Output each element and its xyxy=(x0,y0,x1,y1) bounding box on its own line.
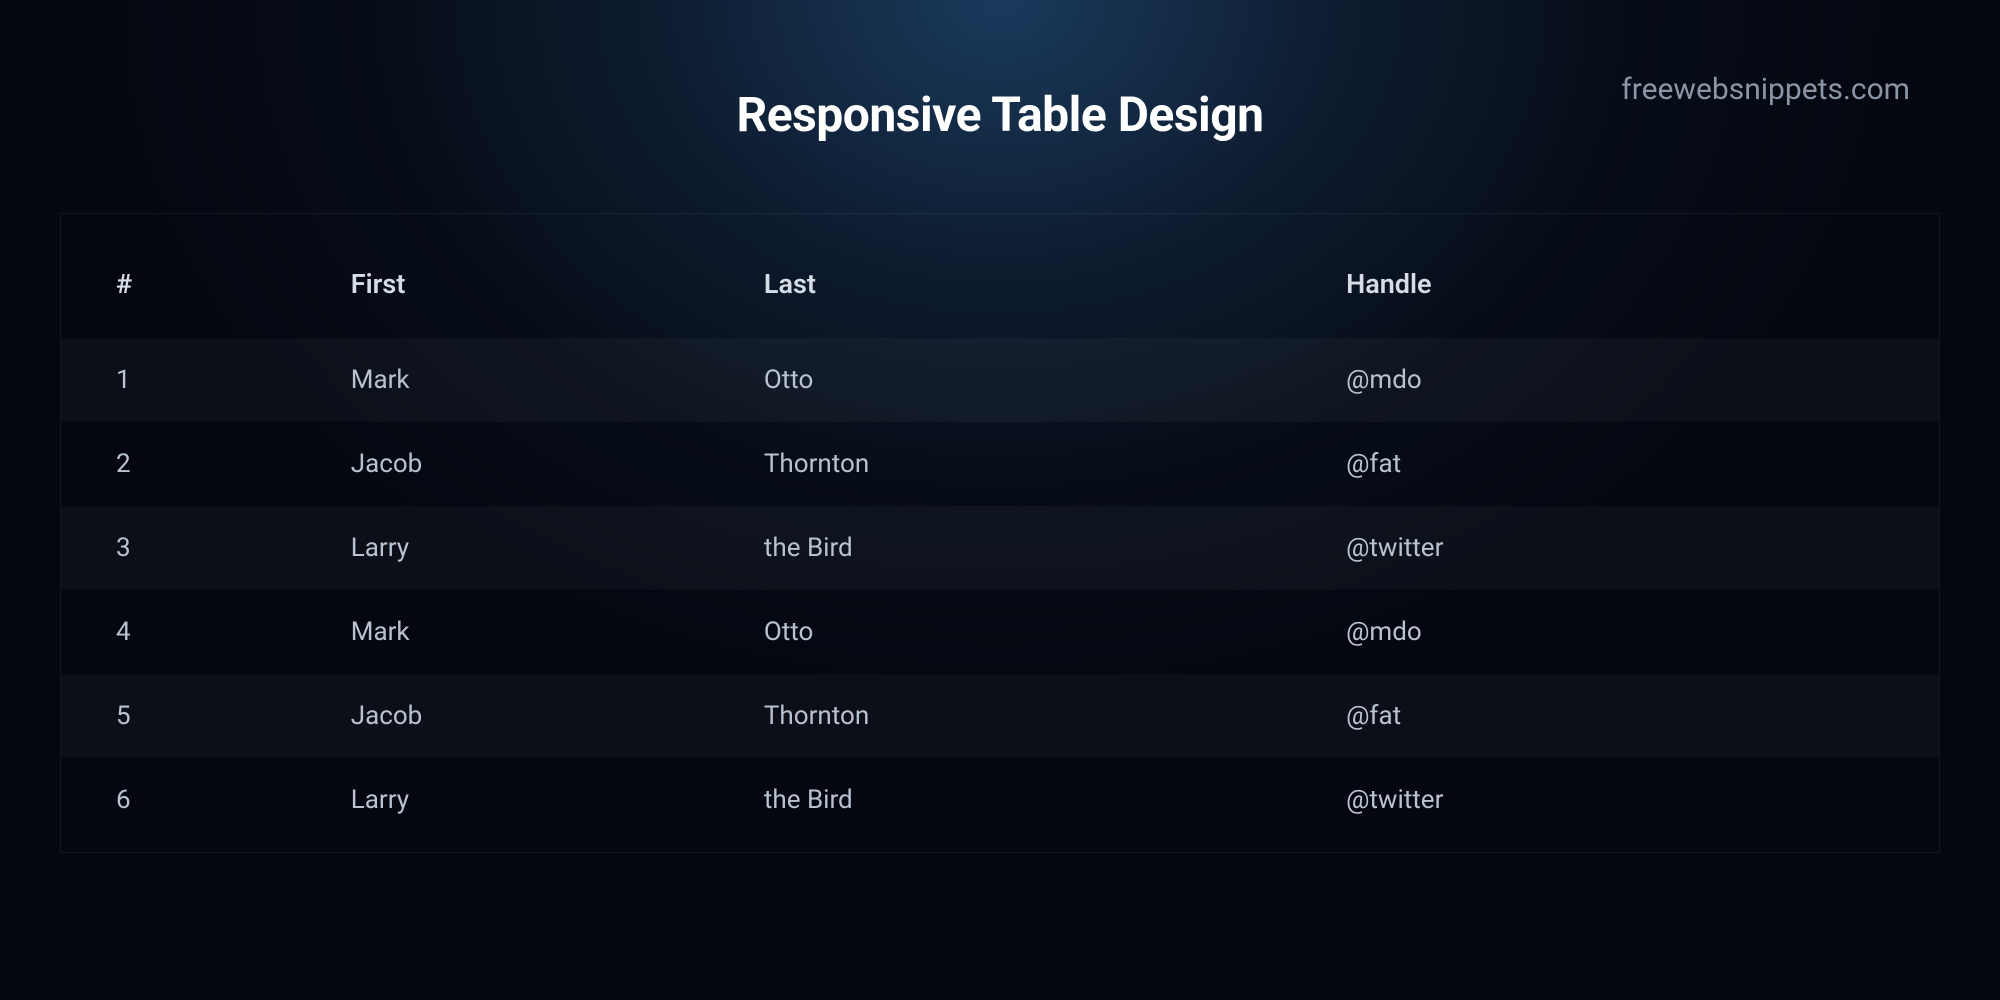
table-cell-num: 1 xyxy=(61,338,296,422)
table-cell-first: Mark xyxy=(296,590,709,674)
table-cell-last: the Bird xyxy=(709,506,1291,590)
table-row: 2JacobThornton@fat xyxy=(61,422,1939,506)
table-cell-last: Otto xyxy=(709,338,1291,422)
table-cell-handle: @twitter xyxy=(1291,758,1939,842)
table-cell-last: Thornton xyxy=(709,422,1291,506)
table-header-row: # First Last Handle xyxy=(61,244,1939,338)
table-cell-first: Jacob xyxy=(296,674,709,758)
table-row: 6Larrythe Bird@twitter xyxy=(61,758,1939,842)
table-cell-first: Mark xyxy=(296,338,709,422)
table-cell-handle: @mdo xyxy=(1291,590,1939,674)
table-cell-num: 3 xyxy=(61,506,296,590)
table-header-last: Last xyxy=(709,244,1291,338)
table-cell-num: 5 xyxy=(61,674,296,758)
table-cell-handle: @fat xyxy=(1291,422,1939,506)
table-row: 4MarkOtto@mdo xyxy=(61,590,1939,674)
watermark-text: freewebsnippets.com xyxy=(1621,72,1910,107)
table-row: 3Larrythe Bird@twitter xyxy=(61,506,1939,590)
table-cell-last: Otto xyxy=(709,590,1291,674)
table-header-handle: Handle xyxy=(1291,244,1939,338)
table-header-num: # xyxy=(61,244,296,338)
table-cell-num: 2 xyxy=(61,422,296,506)
table-cell-last: the Bird xyxy=(709,758,1291,842)
table-row: 1MarkOtto@mdo xyxy=(61,338,1939,422)
table-cell-num: 4 xyxy=(61,590,296,674)
table-cell-handle: @twitter xyxy=(1291,506,1939,590)
table-cell-handle: @fat xyxy=(1291,674,1939,758)
table-cell-first: Larry xyxy=(296,758,709,842)
table-cell-last: Thornton xyxy=(709,674,1291,758)
table-row: 5JacobThornton@fat xyxy=(61,674,1939,758)
table-header-first: First xyxy=(296,244,709,338)
table-cell-handle: @mdo xyxy=(1291,338,1939,422)
table-cell-num: 6 xyxy=(61,758,296,842)
data-table: # First Last Handle 1MarkOtto@mdo2JacobT… xyxy=(61,244,1939,842)
table-cell-first: Jacob xyxy=(296,422,709,506)
table-container: # First Last Handle 1MarkOtto@mdo2JacobT… xyxy=(60,213,1940,853)
table-cell-first: Larry xyxy=(296,506,709,590)
